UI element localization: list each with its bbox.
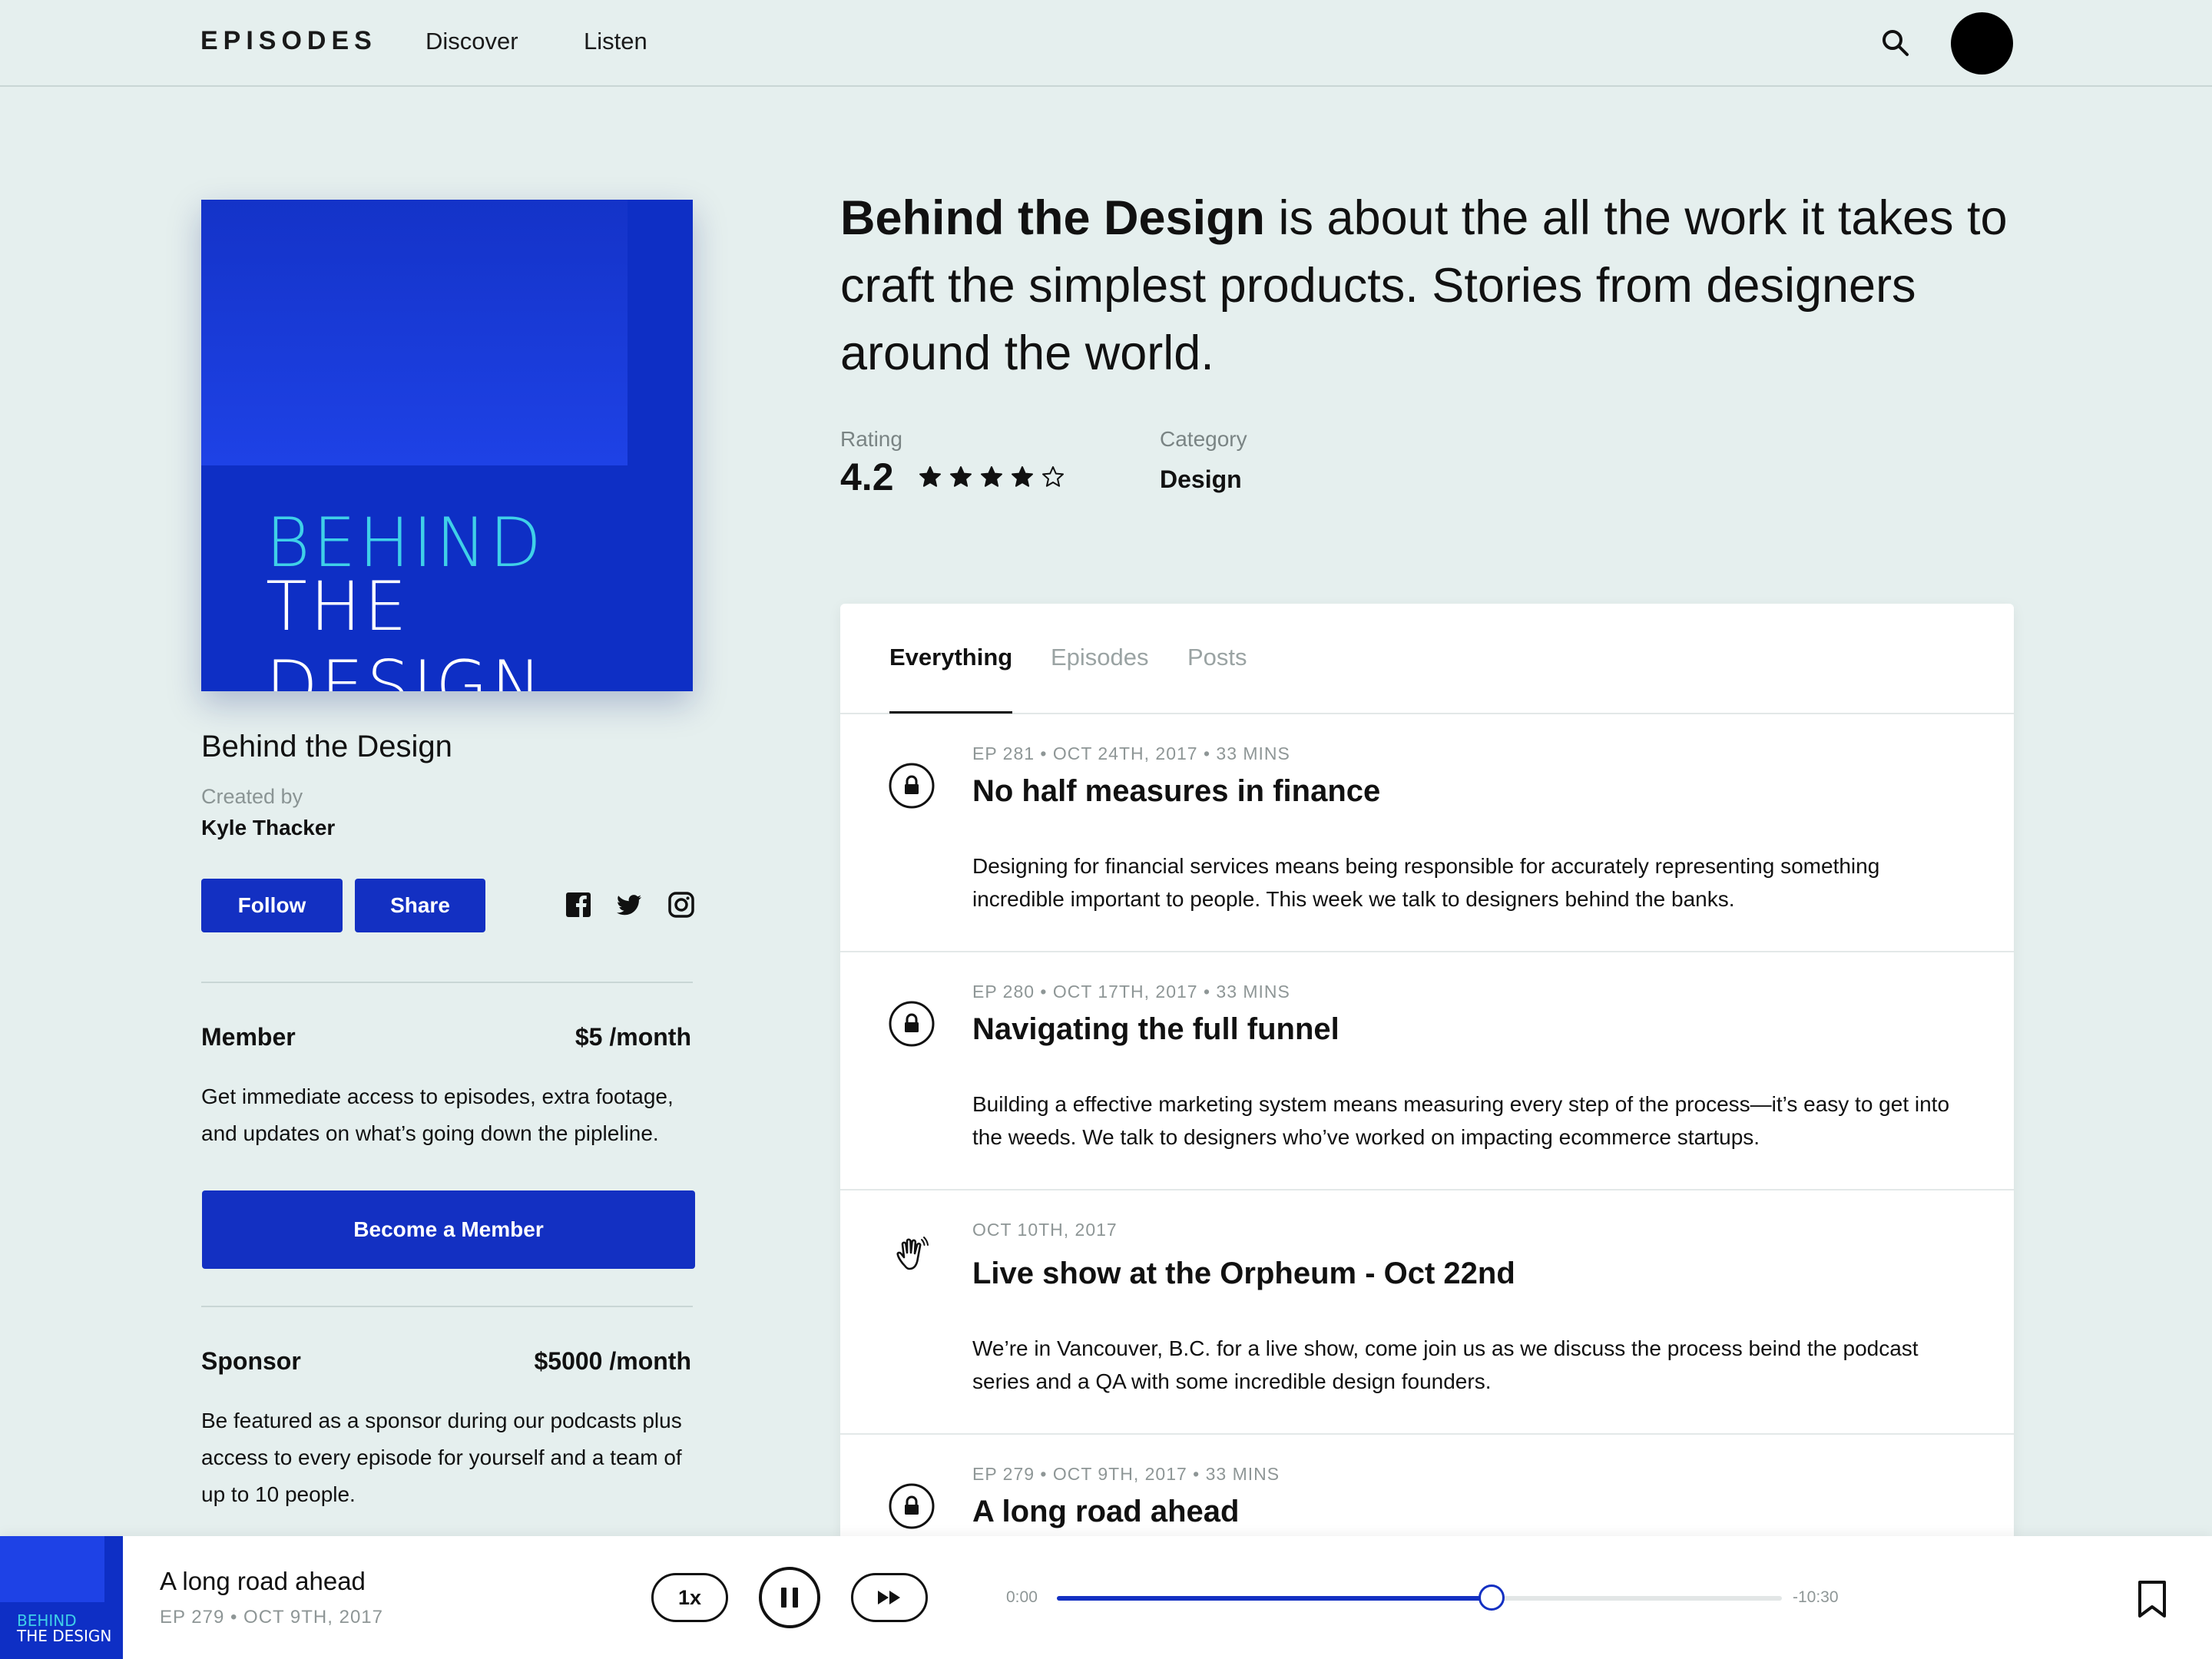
feed-tabs: Everything Episodes Posts bbox=[840, 604, 2014, 714]
tier-member-price: $5 /month bbox=[575, 1023, 691, 1051]
feed-item[interactable]: EP 280 • OCT 17TH, 2017 • 33 MINS Naviga… bbox=[840, 952, 2014, 1190]
time-current: 0:00 bbox=[1006, 1588, 1038, 1606]
item-description: Designing for financial services means b… bbox=[972, 854, 1880, 911]
rating-label: Rating bbox=[840, 427, 902, 451]
tier-member-description: Get immediate access to episodes, extra … bbox=[201, 1084, 674, 1145]
rating-stars bbox=[919, 465, 1065, 488]
share-button[interactable]: Share bbox=[355, 879, 485, 932]
divider bbox=[201, 982, 693, 983]
star-filled-icon bbox=[919, 466, 941, 487]
feed-item[interactable]: EP 279 • OCT 9TH, 2017 • 33 MINS A long … bbox=[840, 1435, 2014, 1541]
progress-fill bbox=[1057, 1596, 1492, 1601]
now-playing-meta: EP 279 • OCT 9TH, 2017 bbox=[160, 1607, 383, 1628]
feed-item[interactable]: OCT 10TH, 2017 Live show at the Orpheum … bbox=[840, 1190, 2014, 1435]
pause-icon bbox=[781, 1588, 798, 1608]
nav-discover[interactable]: Discover bbox=[426, 28, 518, 55]
item-title[interactable]: No half measures in finance bbox=[972, 774, 1380, 809]
progress-handle[interactable] bbox=[1479, 1584, 1505, 1611]
tier-sponsor-name: Sponsor bbox=[201, 1347, 301, 1375]
fast-forward-icon bbox=[878, 1591, 900, 1604]
bookmark-icon[interactable] bbox=[2135, 1579, 2169, 1619]
headline-show-name: Behind the Design bbox=[840, 191, 1266, 245]
created-by-label: Created by bbox=[201, 785, 303, 808]
tab-episodes[interactable]: Episodes bbox=[1051, 644, 1149, 671]
feed-card: Everything Episodes Posts EP 281 • OCT 2… bbox=[840, 604, 2014, 1541]
lock-icon bbox=[889, 1001, 935, 1047]
item-title[interactable]: Live show at the Orpheum - Oct 22nd bbox=[972, 1257, 1515, 1291]
star-empty-icon bbox=[1042, 466, 1064, 487]
tab-posts[interactable]: Posts bbox=[1187, 644, 1247, 671]
divider bbox=[201, 1306, 693, 1307]
feed-item[interactable]: EP 281 • OCT 24TH, 2017 • 33 MINS No hal… bbox=[840, 714, 2014, 952]
top-nav: EPISODES Discover Listen bbox=[0, 0, 2212, 87]
item-meta: OCT 10TH, 2017 bbox=[972, 1220, 1118, 1240]
now-playing-title[interactable]: A long road ahead bbox=[160, 1567, 366, 1596]
player-bar: BEHIND THE DESIGN A long road ahead EP 2… bbox=[0, 1536, 2212, 1659]
item-title[interactable]: A long road ahead bbox=[972, 1495, 1239, 1529]
creator-name[interactable]: Kyle Thacker bbox=[201, 816, 335, 840]
podcast-cover: BEHIND THE DESIGN bbox=[201, 200, 693, 691]
star-filled-icon bbox=[1012, 466, 1033, 487]
lock-icon bbox=[889, 1483, 935, 1529]
playback-speed-button[interactable]: 1x bbox=[651, 1573, 728, 1622]
pause-button[interactable] bbox=[759, 1567, 820, 1628]
instagram-icon[interactable] bbox=[667, 891, 695, 919]
lock-icon bbox=[889, 763, 935, 809]
twitter-icon[interactable] bbox=[615, 891, 643, 919]
star-filled-icon bbox=[950, 466, 972, 487]
category-label: Category bbox=[1160, 427, 1247, 451]
wave-hand-icon bbox=[896, 1237, 929, 1270]
cover-panel bbox=[201, 200, 628, 465]
nav-listen[interactable]: Listen bbox=[584, 28, 647, 55]
item-meta: EP 280 • OCT 17TH, 2017 • 33 MINS bbox=[972, 982, 1290, 1002]
tier-sponsor-description: Be featured as a sponsor during our podc… bbox=[201, 1409, 682, 1506]
tier-sponsor-price: $5000 /month bbox=[534, 1347, 691, 1375]
follow-button[interactable]: Follow bbox=[201, 879, 343, 932]
avatar[interactable] bbox=[1951, 12, 2013, 75]
tab-everything[interactable]: Everything bbox=[889, 644, 1012, 671]
rating-value: 4.2 bbox=[840, 455, 894, 498]
cover-line-2: THE DESIGN bbox=[266, 567, 545, 691]
item-description: Building a effective marketing system me… bbox=[972, 1092, 1950, 1149]
player-cover[interactable]: BEHIND THE DESIGN bbox=[0, 1536, 123, 1659]
progress-slider[interactable] bbox=[1057, 1584, 1782, 1611]
item-title[interactable]: Navigating the full funnel bbox=[972, 1012, 1339, 1047]
category-value[interactable]: Design bbox=[1160, 465, 1242, 494]
player-cover-panel bbox=[0, 1536, 104, 1602]
star-filled-icon bbox=[981, 466, 1002, 487]
show-headline: Behind the Design is about the all the w… bbox=[840, 184, 2038, 387]
item-meta: EP 279 • OCT 9TH, 2017 • 33 MINS bbox=[972, 1464, 1280, 1484]
item-description: We’re in Vancouver, B.C. for a live show… bbox=[972, 1336, 1919, 1393]
player-cover-line-2: THE DESIGN bbox=[17, 1627, 112, 1645]
time-remaining: -10:30 bbox=[1793, 1588, 1839, 1606]
show-title: Behind the Design bbox=[201, 730, 452, 763]
fast-forward-button[interactable] bbox=[851, 1573, 928, 1622]
facebook-icon[interactable] bbox=[565, 891, 592, 919]
active-tab-indicator bbox=[889, 711, 1012, 714]
logo[interactable]: EPISODES bbox=[200, 26, 377, 56]
become-member-button[interactable]: Become a Member bbox=[202, 1190, 695, 1269]
tier-member-name: Member bbox=[201, 1023, 296, 1051]
item-meta: EP 281 • OCT 24TH, 2017 • 33 MINS bbox=[972, 743, 1290, 763]
search-icon[interactable] bbox=[1880, 28, 1911, 58]
